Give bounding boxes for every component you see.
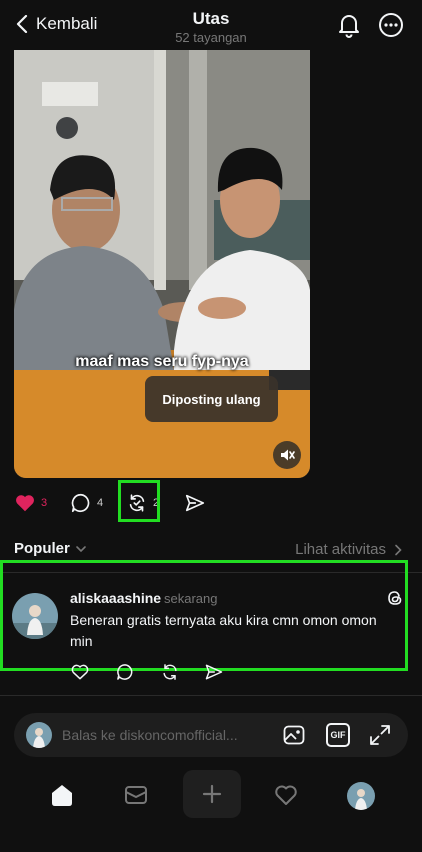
more-icon[interactable] xyxy=(378,12,404,38)
commenter-avatar-image xyxy=(12,593,58,639)
like-button[interactable]: 3 xyxy=(14,488,47,518)
view-activity-label: Lihat aktivitas xyxy=(295,541,386,558)
profile-avatar-image xyxy=(347,782,375,810)
activity-heart-icon[interactable] xyxy=(273,782,299,808)
heart-icon xyxy=(16,495,34,512)
reply-bar: GIF xyxy=(14,713,408,757)
repost-highlight-box xyxy=(118,480,160,522)
new-post-button[interactable] xyxy=(183,770,241,818)
post-video[interactable]: maaf mas seru fyp-nya Diposting ulang xyxy=(14,50,310,478)
comment-time: sekarang xyxy=(164,591,218,606)
sort-label: Populer xyxy=(14,540,70,557)
post-actions: 3 4 2 xyxy=(14,480,314,522)
sort-dropdown[interactable]: Populer xyxy=(14,540,87,557)
reposted-toast: Diposting ulang xyxy=(145,376,278,422)
like-count: 3 xyxy=(41,497,48,509)
avatar[interactable] xyxy=(12,593,58,639)
profile-avatar[interactable] xyxy=(347,782,375,810)
expand-icon[interactable] xyxy=(368,723,392,747)
reply-button[interactable]: 4 xyxy=(70,488,103,518)
bottom-nav xyxy=(0,770,422,820)
comment-icon[interactable] xyxy=(115,662,135,682)
send-icon xyxy=(185,494,205,512)
chevron-down-icon xyxy=(76,545,86,552)
comment-actions xyxy=(70,662,240,684)
bell-icon[interactable] xyxy=(336,12,362,38)
header: Kembali Utas 52 tayangan xyxy=(0,0,422,50)
reply-input[interactable] xyxy=(62,725,262,745)
mute-button[interactable] xyxy=(273,441,301,469)
home-icon[interactable] xyxy=(49,782,75,808)
video-caption: maaf mas seru fyp-nya xyxy=(75,353,249,370)
gif-button[interactable]: GIF xyxy=(326,723,350,747)
plus-icon xyxy=(202,784,222,804)
chevron-right-icon xyxy=(395,544,402,555)
comment-icon xyxy=(71,493,90,513)
send-icon[interactable] xyxy=(204,662,224,682)
comment-username[interactable]: aliskaaashine xyxy=(70,590,161,606)
user-avatar-image xyxy=(26,722,52,748)
divider xyxy=(0,695,422,696)
image-icon[interactable] xyxy=(282,723,306,747)
inbox-icon[interactable] xyxy=(123,782,149,808)
avatar xyxy=(26,722,52,748)
repost-icon[interactable] xyxy=(160,662,180,682)
heart-icon[interactable] xyxy=(70,662,90,682)
threads-icon[interactable] xyxy=(386,589,404,607)
comment-text: Beneran gratis ternyata aku kira cmn omo… xyxy=(70,612,377,649)
reply-count: 4 xyxy=(97,497,104,509)
view-activity-link[interactable]: Lihat aktivitas xyxy=(295,541,402,558)
share-button[interactable] xyxy=(184,488,206,518)
mute-icon xyxy=(281,449,295,461)
